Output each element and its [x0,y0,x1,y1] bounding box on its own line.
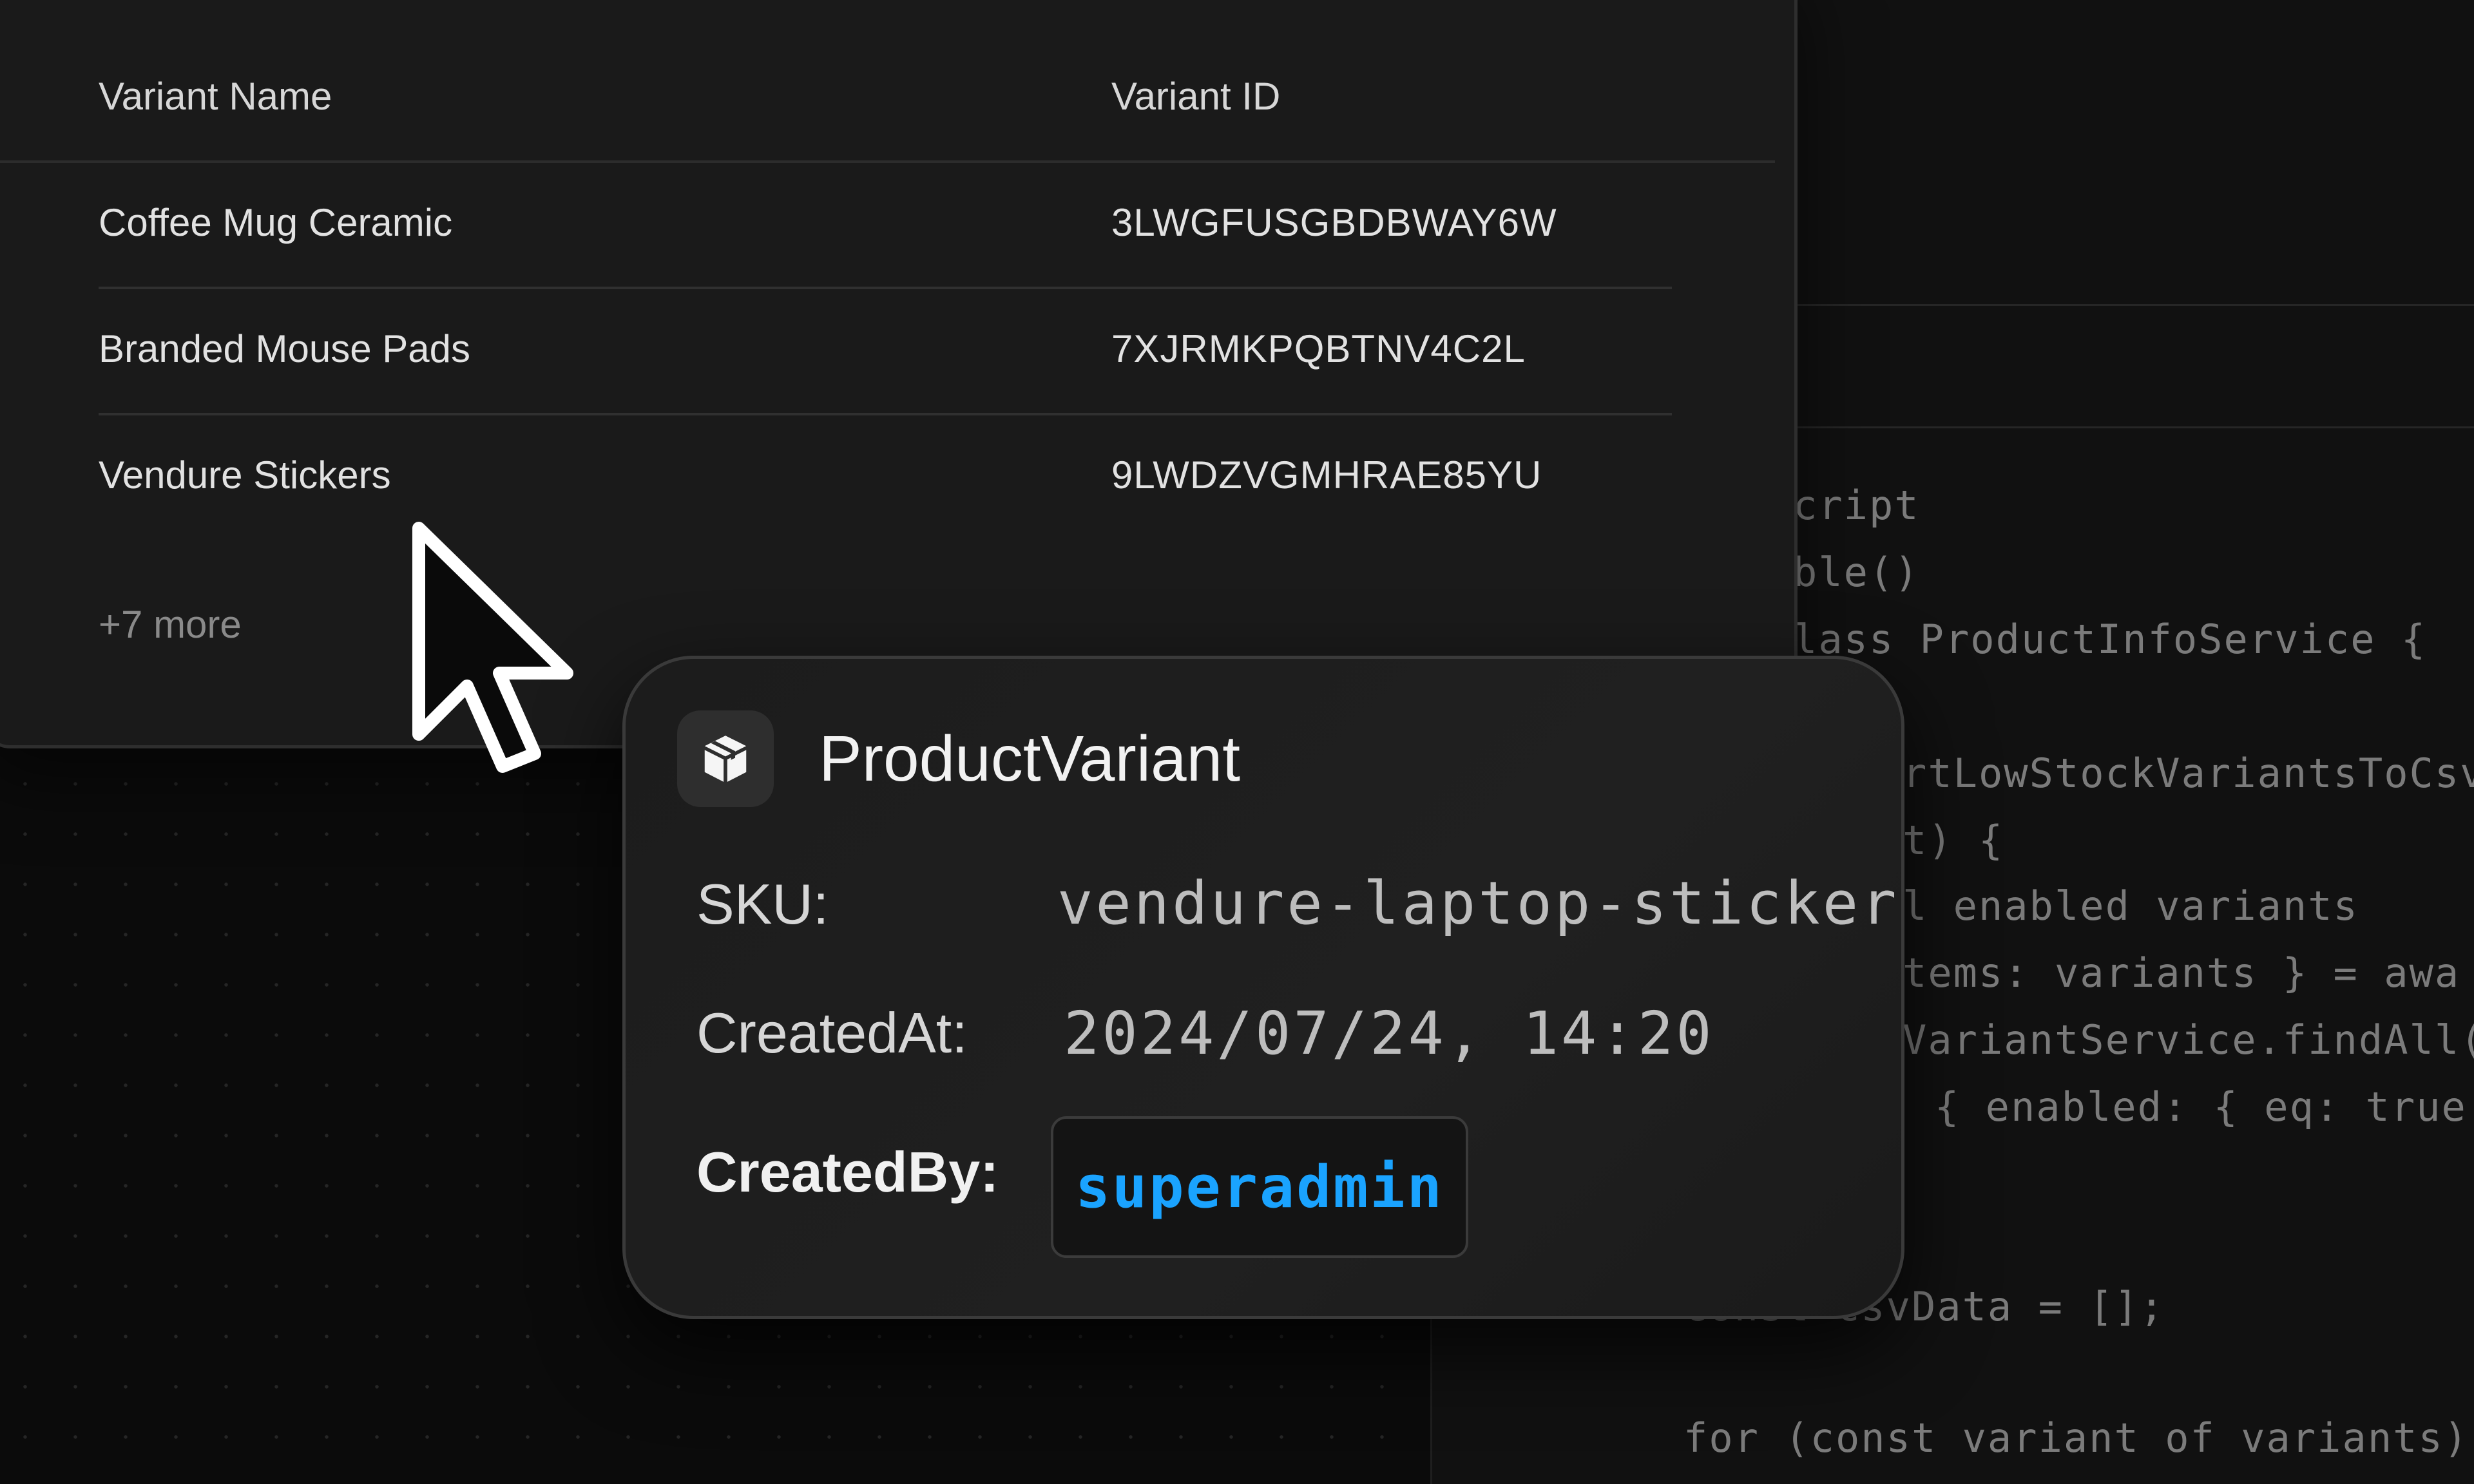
code-line: tems: variants } = awa [1903,949,2460,996]
column-header-variant-id[interactable]: Variant ID [1111,74,1280,119]
package-icon [677,710,774,807]
table-row-divider [99,287,1672,289]
code-line: for (const variant of variants) [1683,1414,2469,1461]
table-cell-variant-id: 3LWGFUSGBDBWAY6W [1111,201,1557,244]
column-header-variant-name[interactable]: Variant Name [99,74,332,119]
code-line: rtLowStockVariantsToCsv [1903,750,2474,797]
hover-card-title: ProductVariant [819,723,1241,795]
created-at-label: CreatedAt: [696,1001,968,1065]
table-row-divider [99,413,1672,415]
table-header-divider [0,160,1775,163]
code-line: cript [1793,482,1920,529]
created-by-label: CreatedBy: [696,1140,999,1204]
sku-label: SKU: [696,872,829,936]
table-cell-variant-name[interactable]: Branded Mouse Pads [99,327,470,371]
sku-value: vendure-laptop-sticker [1057,869,1899,938]
created-by-user-badge[interactable]: superadmin [1051,1116,1468,1258]
table-cell-variant-id: 7XJRMKPQBTNV4C2L [1111,327,1526,370]
created-at-value: 2024/07/24, 14:20 [1064,999,1714,1068]
more-variants-link[interactable]: +7 more [99,602,242,647]
code-line: l enabled variants [1903,882,2359,929]
table-cell-variant-name[interactable]: Vendure Stickers [99,453,391,497]
code-line: t) { [1903,817,2004,864]
table-cell-variant-id: 9LWDZVGMHRAE85YU [1111,453,1542,497]
code-line: lass ProductInfoService { [1793,616,2427,663]
variants-table-card: ... Variant Name Variant ID Coffee Mug C… [0,0,1798,748]
product-variant-hover-card: ProductVariant SKU: vendure-laptop-stick… [622,656,1904,1319]
table-cell-variant-name[interactable]: Coffee Mug Ceramic [99,200,452,245]
mouse-pointer-icon [412,522,573,773]
code-line: ble() [1793,549,1920,596]
code-line: { enabled: { eq: true [1935,1083,2467,1130]
code-line: VariantService.findAll( [1903,1016,2474,1063]
